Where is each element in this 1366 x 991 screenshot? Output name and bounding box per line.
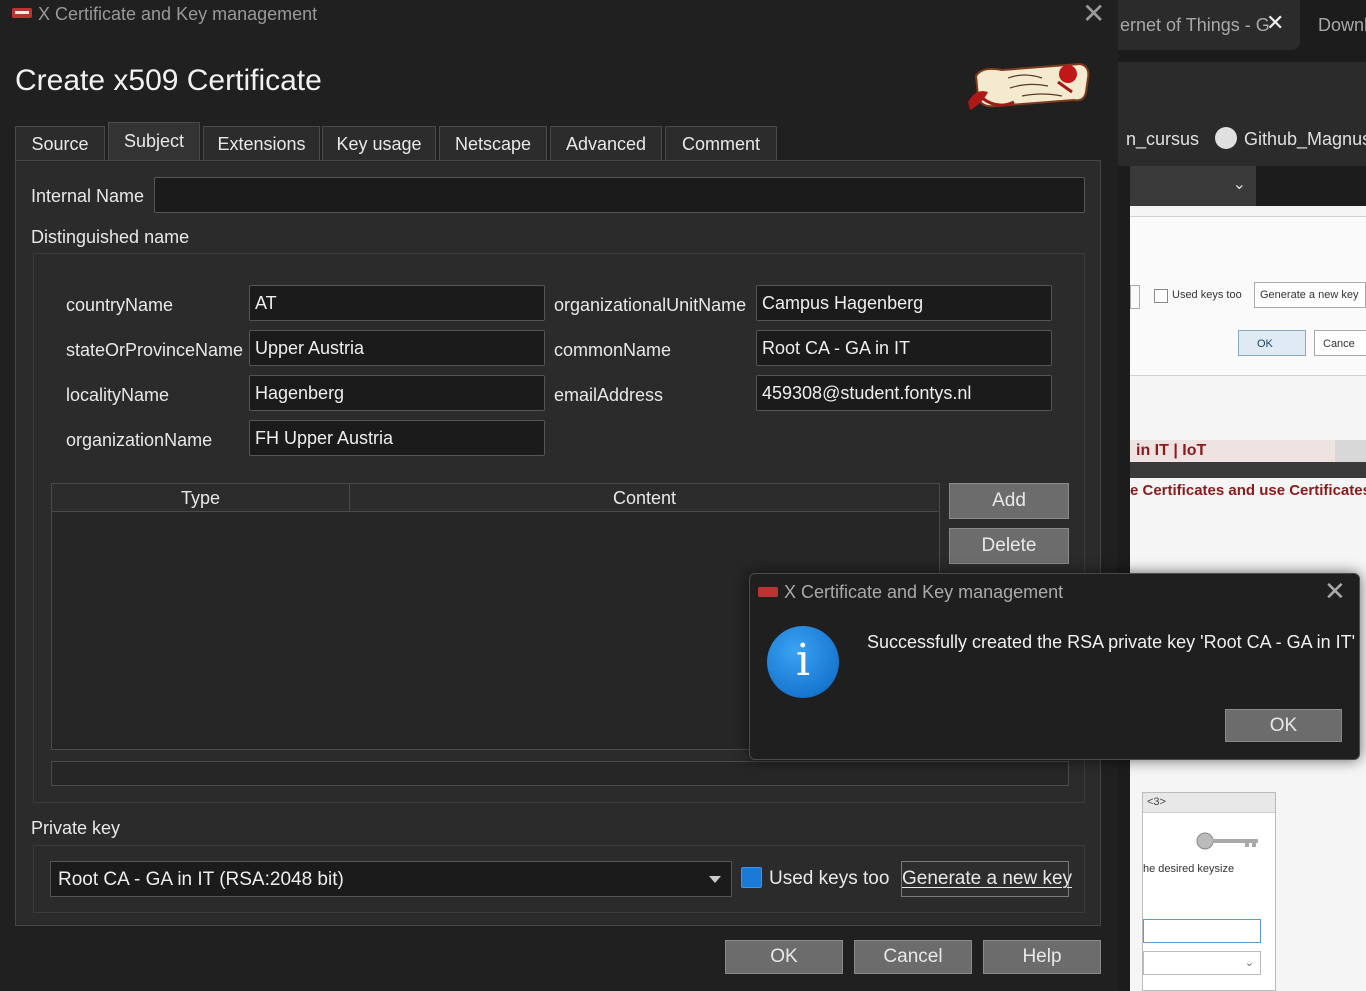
private-key-group: Root CA - GA in IT (RSA:2048 bit) Used k…: [33, 845, 1085, 913]
dialog-title: X Certificate and Key management: [784, 582, 1064, 602]
delete-button[interactable]: Delete: [949, 528, 1069, 564]
private-key-select-value: Root CA - GA in IT (RSA:2048 bit): [58, 869, 344, 890]
page-embedded-window: <3> he desired keysize ⌄: [1142, 792, 1276, 991]
organization-label: organizationName: [66, 430, 213, 450]
ok-button[interactable]: OK: [725, 940, 843, 974]
screenshot-ok-button: OK: [1238, 330, 1306, 356]
window-title: X Certificate and Key management: [38, 4, 318, 24]
org-unit-field[interactable]: Campus Hagenberg: [756, 285, 1052, 321]
state-label: stateOrProvinceName: [66, 340, 244, 360]
bookmark-cursus[interactable]: n_cursus: [1126, 129, 1199, 150]
table-header-content[interactable]: Content: [350, 484, 939, 512]
country-name-label: countryName: [66, 295, 174, 315]
browser-toolbar: [1118, 62, 1366, 110]
organization-field[interactable]: FH Upper Austria: [249, 420, 545, 456]
info-icon: i: [767, 626, 839, 698]
add-button[interactable]: Add: [949, 483, 1069, 519]
table-header-type[interactable]: Type: [52, 484, 350, 512]
github-icon: [1215, 127, 1237, 149]
embedded-window-toolbar: <3>: [1143, 793, 1275, 813]
common-name-label: commonName: [554, 340, 672, 360]
tab-key-usage[interactable]: Key usage: [322, 126, 436, 161]
bookmarks-bar: n_cursus Github_Magnus: [1118, 110, 1366, 166]
tab-extensions[interactable]: Extensions: [203, 126, 320, 161]
browser-tab-iot-label: ernet of Things - G: [1120, 15, 1270, 35]
locality-label: localityName: [66, 385, 170, 405]
embedded-input: [1143, 919, 1261, 943]
key-icon: [1196, 832, 1258, 850]
tab-subject[interactable]: Subject: [108, 122, 200, 161]
browser-tab-downloads[interactable]: Downl: [1318, 15, 1366, 36]
horizontal-scrollbar[interactable]: [51, 761, 1069, 786]
common-name-field[interactable]: Root CA - GA in IT: [756, 330, 1052, 366]
tab-advanced[interactable]: Advanced: [550, 126, 662, 161]
dropdown-arrow-icon: [709, 876, 721, 883]
close-icon[interactable]: ✕: [1324, 578, 1346, 604]
used-keys-label: Used keys too: [769, 868, 890, 889]
subject-tab-panel: Internal Name Distinguished name country…: [15, 160, 1101, 926]
keysize-label: he desired keysize: [1143, 863, 1235, 875]
embedded-select: ⌄: [1143, 951, 1261, 975]
browser-dropdown[interactable]: ⌄: [1130, 166, 1256, 206]
org-unit-label: organizationalUnitName: [554, 295, 747, 315]
private-key-select[interactable]: Root CA - GA in IT (RSA:2048 bit): [50, 861, 732, 897]
close-icon[interactable]: ✕: [1266, 10, 1284, 36]
tab-source[interactable]: Source: [15, 126, 105, 161]
internal-name-label: Internal Name: [31, 186, 145, 206]
page-divider: [1130, 462, 1366, 478]
help-button[interactable]: Help: [983, 940, 1101, 974]
used-keys-checkbox[interactable]: [741, 867, 762, 888]
email-field[interactable]: 459308@student.fontys.nl: [756, 375, 1052, 411]
success-dialog: X Certificate and Key management ✕ i Suc…: [749, 573, 1360, 760]
screenshot-used-keys-label: Used keys too: [1172, 289, 1242, 301]
page-title: Create x509 Certificate: [15, 64, 322, 97]
page-screenshot: Used keys too Generate a new key OK Canc…: [1130, 216, 1366, 376]
browser-tab-iot[interactable]: ernet of Things - G ✕: [1118, 0, 1300, 50]
tab-netscape[interactable]: Netscape: [439, 126, 547, 161]
screenshot-checkbox: [1154, 289, 1168, 303]
generate-new-key-button[interactable]: Generate a new key: [901, 861, 1072, 897]
screenshot-generate-button: Generate a new key: [1254, 282, 1366, 308]
locality-field[interactable]: Hagenberg: [249, 375, 545, 411]
dialog-ok-button[interactable]: OK: [1225, 709, 1342, 742]
state-field[interactable]: Upper Austria: [249, 330, 545, 366]
internal-name-field[interactable]: [154, 177, 1085, 213]
close-icon[interactable]: ✕: [1082, 0, 1105, 28]
app-icon: [758, 587, 778, 597]
breadcrumb-filler: [1335, 440, 1366, 462]
country-name-field[interactable]: AT: [249, 285, 545, 321]
xca-scroll-logo: [968, 62, 1090, 110]
breadcrumb-text: in IT | IoT: [1136, 442, 1207, 459]
private-key-label: Private key: [31, 818, 121, 838]
cancel-button[interactable]: Cancel: [854, 940, 972, 974]
screenshot-cancel-button: Cance: [1314, 330, 1366, 356]
tab-comment[interactable]: Comment: [665, 126, 777, 161]
app-icon: [12, 8, 32, 18]
page-link-certificates[interactable]: e Certificates and use Certificates: [1130, 482, 1366, 499]
screenshot-combo-edge: [1130, 285, 1140, 309]
title-bar: X Certificate and Key management ✕: [0, 0, 1118, 30]
background-browser-window: ernet of Things - G ✕ Downl n_cursus Git…: [1118, 0, 1366, 991]
email-label: emailAddress: [554, 385, 664, 405]
distinguished-name-label: Distinguished name: [31, 227, 190, 247]
xca-create-certificate-window: X Certificate and Key management ✕ Creat…: [0, 0, 1118, 991]
chevron-down-icon: ⌄: [1232, 176, 1246, 193]
bookmark-github[interactable]: Github_Magnus: [1244, 129, 1366, 150]
dialog-message: Successfully created the RSA private key…: [867, 632, 1356, 652]
page-breadcrumb: in IT | IoT: [1130, 440, 1366, 462]
